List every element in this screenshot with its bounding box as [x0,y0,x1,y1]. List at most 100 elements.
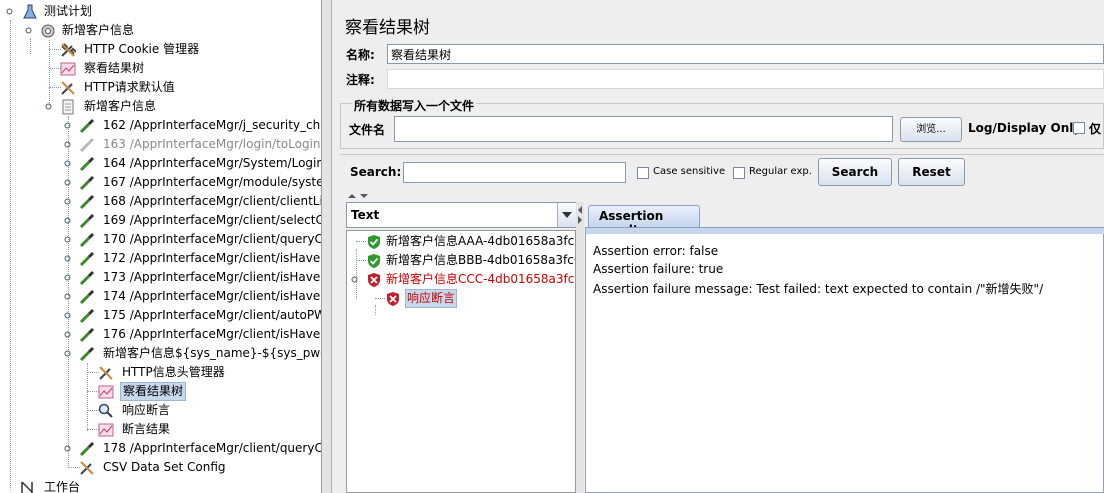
expand-handle-icon[interactable] [64,141,71,148]
expand-handle-icon[interactable] [64,350,71,357]
pipette-icon [79,441,95,457]
document-icon [62,99,74,115]
expand-handle-icon[interactable] [64,445,71,452]
errors-only-checkbox[interactable] [1073,122,1085,134]
expand-handle-icon[interactable] [64,217,71,224]
pipette-icon [79,308,95,324]
chevron-down-icon [562,212,572,218]
comment-field[interactable] [387,69,1104,89]
dropdown-button[interactable] [557,203,576,227]
renderer-select-value: Text [351,208,380,222]
wrench-icon [61,43,76,57]
tree-node-sampler[interactable]: 167 /ApprInterfaceMgr/module/system/lo [60,173,321,192]
expand-handle-icon[interactable] [64,274,71,281]
tree-node-sampler[interactable]: 163 /ApprInterfaceMgr/login/toLogin.do [60,135,321,154]
results-splitter[interactable] [576,202,584,493]
workbench-icon [21,481,33,493]
reset-button[interactable]: Reset [898,158,965,186]
tree-node-sampler[interactable]: 169 /ApprInterfaceMgr/client/selectClien… [60,211,321,230]
result-item-label: 新增客户信息AAA-4db01658a3fc6 [386,234,576,248]
tree-node-response-assertion[interactable]: 响应断言 [98,401,318,420]
tree-node-label: 175 /ApprInterfaceMgr/client/autoPWD.do [103,308,321,322]
flask-icon [23,4,37,19]
tree-node-sampler[interactable]: 176 /ApprInterfaceMgr/client/isHave.do [60,325,321,344]
fail-shield-icon [368,273,380,287]
expand-handle-icon[interactable] [64,198,71,205]
expand-handle-icon[interactable] [64,179,71,186]
splitter-arrows-icon[interactable] [577,204,583,226]
expand-handle-icon[interactable] [64,160,71,167]
browse-button[interactable]: 浏览... [900,117,962,142]
expand-handle-icon[interactable] [45,103,52,110]
regular-exp-checkbox[interactable] [733,167,745,179]
result-tree[interactable]: 新增客户信息AAA-4db01658a3fc6 新增客户信息BBB-4db0165… [346,230,576,493]
tree-node-csv-config[interactable]: CSV Data Set Config [79,458,319,477]
pipette-icon [79,156,95,172]
tree-node-thread-group[interactable]: 新增客户信息 [22,21,302,40]
file-group-title: 所有数据写入一个文件 [352,97,477,114]
tree-node-sampler[interactable]: 175 /ApprInterfaceMgr/client/autoPWD.do [60,306,321,325]
expand-handle-icon[interactable] [64,331,71,338]
result-item-label: 响应断言 [405,289,458,308]
expand-handle-icon[interactable] [64,312,71,319]
tree-node-sampler[interactable]: 162 /ApprInterfaceMgr/j_security_check [60,116,321,135]
tree-node-sampler[interactable]: 164 /ApprInterfaceMgr/System/Login/hom [60,154,321,173]
expand-handle-icon[interactable] [6,8,13,15]
tree-node-sampler-178[interactable]: 178 /ApprInterfaceMgr/client/queryClient… [60,439,321,458]
tree-node-sampler[interactable]: 174 /ApprInterfaceMgr/client/isHave.do [60,287,321,306]
wrench-icon [61,81,75,95]
tree-node-sampler[interactable]: 173 /ApprInterfaceMgr/client/isHave.do [60,268,321,287]
pipette-icon [79,289,95,305]
tree-node-view-results-selected[interactable]: 察看结果树 [98,382,318,401]
pass-shield-icon [368,254,380,268]
expand-handle-icon[interactable] [64,236,71,243]
tree-node-view-results[interactable]: 察看结果树 [60,59,300,78]
tree-node-cookie-manager[interactable]: HTTP Cookie 管理器 [60,40,300,59]
tree-node-sampler[interactable]: 170 /ApprInterfaceMgr/client/queryClient… [60,230,321,249]
view-results-tree-panel: 察看结果树 名称: 察看结果树 注释: 所有数据写入一个文件 文件名 浏览...… [332,0,1104,493]
tree-node-label: 174 /ApprInterfaceMgr/client/isHave.do [103,289,322,303]
tree-node-label: 工作台 [44,480,81,493]
tab-assertion-result[interactable]: Assertion result [588,205,700,237]
result-tree-panel: Text 新增客户信息AAA-4db01658a3fc6 新增客户信息BBB-4d… [346,202,576,493]
panel-title: 察看结果树 [345,18,430,38]
pipette-icon [79,270,95,286]
tree-node-controller[interactable]: 新增客户信息 [41,97,301,116]
expand-handle-icon[interactable] [64,122,71,129]
split-pane-divider[interactable] [322,0,332,493]
tree-node-sampler[interactable]: 172 /ApprInterfaceMgr/client/isHave.do [60,249,321,268]
tree-node-sampler[interactable]: 168 /ApprInterfaceMgr/client/clientList.… [60,192,321,211]
tree-node-label: 新增客户信息${sys_name}-${sys_pwd}- [103,346,322,360]
name-field[interactable]: 察看结果树 [387,44,1104,64]
expand-handle-icon[interactable] [25,27,32,34]
renderer-select[interactable]: Text [346,202,576,228]
tab-body-strip [586,228,1104,234]
pipette-icon [79,213,95,229]
tree-node-label: 164 /ApprInterfaceMgr/System/Login/hom [103,156,321,170]
tree-node-add-sampler[interactable]: 新增客户信息${sys_name}-${sys_pwd}- [60,344,321,363]
pipette-icon [79,175,95,191]
search-input[interactable] [403,162,626,183]
case-sensitive-checkbox[interactable] [637,167,649,179]
tree-node-label: 163 /ApprInterfaceMgr/login/toLogin.do [103,137,322,151]
expand-handle-icon[interactable] [64,293,71,300]
pass-shield-icon [368,235,380,249]
collapse-arrows-icon[interactable] [346,192,372,200]
tree-node-label: 响应断言 [122,403,171,417]
tree-node-label: 178 /ApprInterfaceMgr/client/queryClient… [103,441,321,455]
pipette-icon [79,327,95,343]
tree-node-header-manager[interactable]: HTTP信息头管理器 [98,363,318,382]
gear-icon [41,24,55,38]
expand-handle-icon[interactable] [351,276,358,283]
expand-handle-icon[interactable] [64,255,71,262]
search-button[interactable]: Search [818,158,892,186]
search-separator [340,154,1104,155]
test-plan-tree[interactable]: 测试计划 新增客户信息 HTTP Cookie 管理器 察看结果树 HTTP请求… [0,0,322,493]
tree-node-assertion-results[interactable]: 断言结果 [98,420,318,439]
case-sensitive-label: Case sensitive [653,166,726,177]
file-name-input[interactable] [394,116,893,142]
detail-panel: Assertion result Assertion error: falseA… [585,202,1104,493]
tree-node-http-defaults[interactable]: HTTP请求默认值 [60,78,300,97]
tree-node-workbench[interactable]: 工作台 [20,478,220,493]
tree-node-test-plan[interactable]: 测试计划 [4,2,304,21]
